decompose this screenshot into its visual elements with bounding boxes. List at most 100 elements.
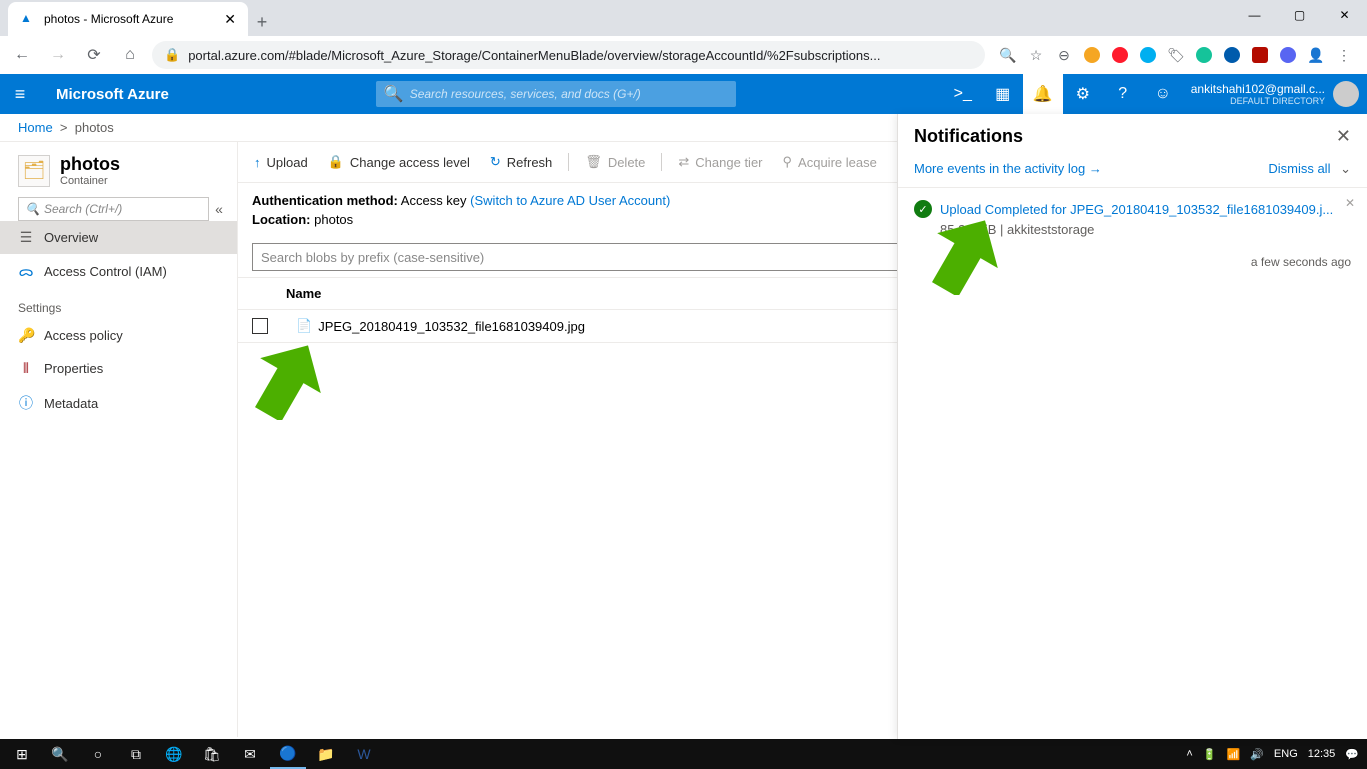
start-button[interactable]: ⊞ (4, 739, 40, 769)
window-maximize[interactable]: ▢ (1277, 0, 1322, 30)
feedback-icon[interactable]: ☺ (1143, 74, 1183, 114)
nav-reload-button[interactable]: ⟳ (80, 41, 108, 69)
azure-top-bar: ≡ Microsoft Azure 🔍 >_ ▦ 🔔 ⚙ ? ☺ ankitsh… (0, 74, 1367, 114)
word-icon[interactable]: W (346, 739, 382, 769)
notifications-close-button[interactable]: ✕ (1336, 126, 1351, 147)
auth-switch-link[interactable]: (Switch to Azure AD User Account) (470, 193, 670, 208)
search-icon: 🔍 (25, 202, 40, 216)
url-text: portal.azure.com/#blade/Microsoft_Azure_… (188, 48, 880, 63)
azure-brand[interactable]: Microsoft Azure (40, 86, 169, 103)
notification-dismiss-icon[interactable]: ✕ (1345, 196, 1355, 210)
lease-icon: ⚲ (783, 154, 793, 170)
browser-tab[interactable]: ▲ photos - Microsoft Azure ✕ (8, 2, 248, 36)
more-events-link[interactable]: More events in the activity log → (914, 161, 1102, 177)
refresh-icon: ↻ (490, 154, 501, 170)
sidebar-item-overview[interactable]: ☰ Overview (0, 221, 237, 254)
upload-button[interactable]: ↑ Upload (246, 151, 316, 174)
delete-button[interactable]: 🗑Delete (577, 150, 653, 174)
url-field[interactable]: 🔒 portal.azure.com/#blade/Microsoft_Azur… (152, 41, 985, 69)
refresh-button[interactable]: ↻Refresh (482, 150, 560, 174)
azure-search-input[interactable] (410, 87, 728, 101)
nav-home-button[interactable]: ⌂ (116, 41, 144, 69)
pdf-icon[interactable] (1251, 46, 1269, 64)
sidebar-item-properties[interactable]: ⦀ Properties (0, 352, 237, 385)
iam-icon: ᯅ (18, 262, 34, 281)
window-close[interactable]: ✕ (1322, 0, 1367, 30)
info-icon: ⓘ (18, 393, 34, 413)
clock[interactable]: 12:35 (1308, 748, 1336, 760)
zoom-icon[interactable]: 🔍 (999, 46, 1017, 64)
sidebar-item-metadata[interactable]: ⓘ Metadata (0, 385, 237, 421)
directories-icon[interactable]: ▦ (983, 74, 1023, 114)
cloud-shell-icon[interactable]: >_ (943, 74, 983, 114)
ext2-icon[interactable] (1223, 46, 1241, 64)
address-bar: ← → ⟳ ⌂ 🔒 portal.azure.com/#blade/Micros… (0, 36, 1367, 74)
settings-icon[interactable]: ⚙ (1063, 74, 1103, 114)
upload-label: Upload (267, 155, 308, 170)
sidebar-item-label: Overview (44, 230, 98, 245)
task-view-button[interactable]: ⧉ (118, 739, 154, 769)
acquire-lease-button[interactable]: ⚲Acquire lease (775, 150, 885, 174)
tag-icon[interactable]: 🏷 (1167, 46, 1185, 64)
search-button[interactable]: 🔍 (42, 739, 78, 769)
delete-label: Delete (608, 155, 646, 170)
edge-icon[interactable]: 🌐 (156, 739, 192, 769)
notifications-icon[interactable]: 🔔 (1023, 74, 1063, 114)
breadcrumb-home[interactable]: Home (18, 120, 53, 135)
store-icon[interactable]: 🛍 (194, 739, 230, 769)
row-checkbox[interactable] (252, 318, 268, 334)
change-access-button[interactable]: 🔒Change access level (320, 150, 478, 174)
discord-icon[interactable] (1279, 46, 1297, 64)
help-icon[interactable]: ? (1103, 74, 1143, 114)
tab-close-icon[interactable]: ✕ (224, 11, 236, 28)
user-menu[interactable]: ankitshahi102@gmail.c... DEFAULT DIRECTO… (1183, 81, 1367, 107)
annotation-arrow-1 (253, 340, 323, 420)
new-tab-button[interactable]: + (248, 8, 276, 36)
chrome-icon[interactable]: 🔵 (270, 739, 306, 769)
overview-icon: ☰ (18, 229, 34, 246)
key-icon: 🔑 (18, 327, 34, 344)
azure-search[interactable]: 🔍 (376, 81, 736, 107)
chevron-down-icon[interactable]: ⌄ (1340, 161, 1351, 176)
skype-icon[interactable] (1139, 46, 1157, 64)
sidebar-search[interactable]: 🔍 Search (Ctrl+/) (18, 197, 209, 221)
action-center-icon[interactable]: 💬 (1345, 748, 1359, 761)
upload-icon: ↑ (254, 155, 261, 170)
auth-value: Access key (401, 193, 467, 208)
cortana-button[interactable]: ○ (80, 739, 116, 769)
adblock-icon[interactable]: ⊖ (1055, 46, 1073, 64)
blob-search-placeholder: Search blobs by prefix (case-sensitive) (261, 250, 484, 265)
profile-icon[interactable]: 👤 (1307, 46, 1325, 64)
dismiss-all-link[interactable]: Dismiss all (1268, 161, 1330, 176)
sidebar-section-settings: Settings (0, 289, 237, 319)
nav-forward-button[interactable]: → (44, 41, 72, 69)
sidebar-subtitle: Container (60, 175, 120, 187)
change-tier-label: Change tier (695, 155, 762, 170)
wifi-icon[interactable]: 📶 (1227, 748, 1241, 761)
browser-chrome: — ▢ ✕ ▲ photos - Microsoft Azure ✕ + ← →… (0, 0, 1367, 74)
sidebar-collapse-button[interactable]: « (209, 201, 229, 217)
grammarly-icon[interactable] (1195, 46, 1213, 64)
opera-icon[interactable] (1111, 46, 1129, 64)
change-tier-button[interactable]: ⇄Change tier (670, 150, 770, 174)
sidebar-item-access-policy[interactable]: 🔑 Access policy (0, 319, 237, 352)
tray-chevron-icon[interactable]: ˄ (1186, 748, 1192, 760)
separator (568, 153, 569, 171)
sidebar-item-label: Access Control (IAM) (44, 264, 167, 279)
volume-icon[interactable]: 🔊 (1250, 748, 1264, 761)
nav-back-button[interactable]: ← (8, 41, 36, 69)
mail-icon[interactable]: ✉ (232, 739, 268, 769)
window-controls: — ▢ ✕ (1232, 0, 1367, 30)
window-minimize[interactable]: — (1232, 0, 1277, 30)
explorer-icon[interactable]: 📁 (308, 739, 344, 769)
star-icon[interactable]: ☆ (1027, 46, 1045, 64)
sidebar-header: 🗂 photos Container (0, 150, 237, 197)
language-indicator[interactable]: ENG (1274, 748, 1298, 760)
chrome-menu-icon[interactable]: ⋮ (1335, 46, 1353, 64)
ext1-icon[interactable] (1083, 46, 1101, 64)
portal-menu-button[interactable]: ≡ (0, 84, 40, 105)
battery-icon[interactable]: 🔋 (1203, 748, 1217, 761)
blob-name[interactable]: JPEG_20180419_103532_file1681039409.jpg (318, 319, 585, 334)
tab-title: photos - Microsoft Azure (44, 12, 173, 26)
sidebar-item-iam[interactable]: ᯅ Access Control (IAM) (0, 254, 237, 289)
